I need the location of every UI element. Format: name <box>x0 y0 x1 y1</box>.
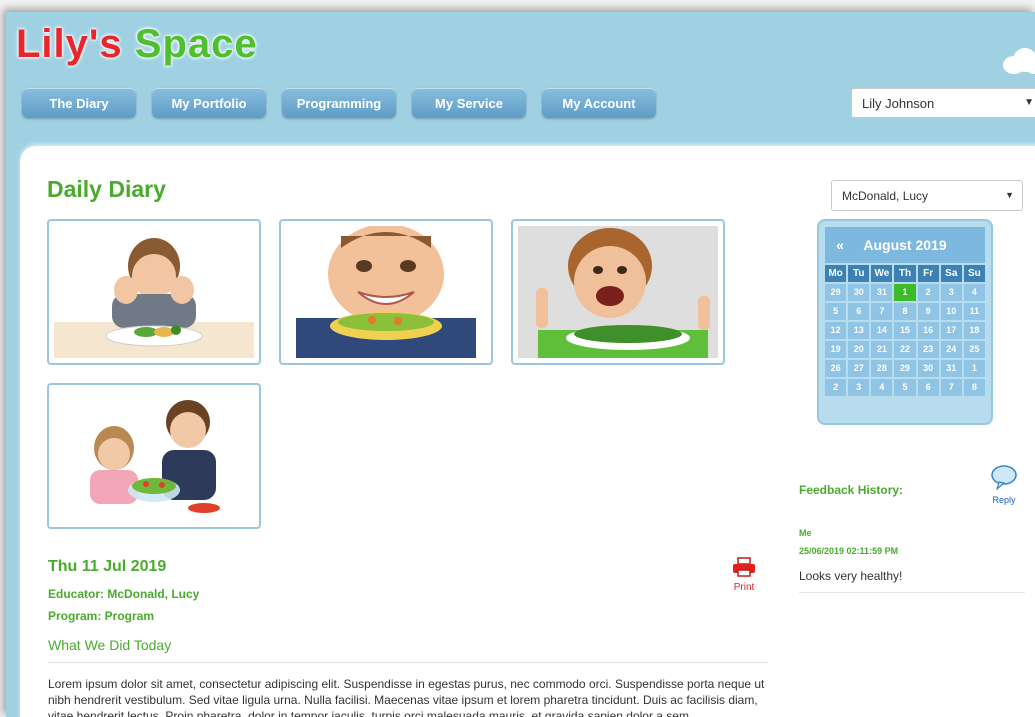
feedback-title: Feedback History: <box>799 483 904 497</box>
user-select-value: Lily Johnson <box>862 96 935 111</box>
section-title: What We Did Today <box>48 637 172 653</box>
calendar-day[interactable]: 5 <box>825 303 847 320</box>
calendar-day[interactable]: 31 <box>871 284 893 301</box>
speech-bubble-icon <box>991 465 1017 491</box>
calendar-day[interactable]: 28 <box>871 360 893 377</box>
calendar-day[interactable]: 14 <box>871 322 893 339</box>
entry-educator: Educator: McDonald, Lucy <box>48 587 200 601</box>
prev-month-button[interactable]: « <box>825 237 855 253</box>
divider <box>799 592 1025 593</box>
calendar-day[interactable]: 25 <box>963 341 985 358</box>
boy-eating-peas-photo <box>518 226 718 358</box>
print-label: Print <box>733 582 755 593</box>
print-button[interactable]: Print <box>726 557 762 593</box>
calendar-day[interactable]: 26 <box>825 360 847 377</box>
feedback-timestamp: 25/06/2019 02:11:59 PM <box>799 546 899 556</box>
calendar-day[interactable]: 21 <box>871 341 893 358</box>
calendar-day[interactable]: 7 <box>940 379 962 396</box>
calendar-day-of-week: Tu <box>848 265 870 282</box>
chevron-down-icon: ▼ <box>1024 97 1034 108</box>
calendar-day[interactable]: 30 <box>917 360 939 377</box>
nav-my-account[interactable]: My Account <box>542 88 656 118</box>
calendar-day[interactable]: 20 <box>848 341 870 358</box>
content-panel: Daily Diary Thu 11 Jul 2019 Educator: Mc… <box>20 146 1035 717</box>
calendar-day-of-week: Su <box>963 265 985 282</box>
calendar-day[interactable]: 3 <box>940 284 962 301</box>
nav-programming[interactable]: Programming <box>282 88 396 118</box>
calendar-day-of-week: Mo <box>825 265 847 282</box>
calendar-day-of-week: Th <box>894 265 916 282</box>
nav-my-service[interactable]: My Service <box>412 88 526 118</box>
calendar-day[interactable]: 22 <box>894 341 916 358</box>
calendar-day[interactable]: 8 <box>963 379 985 396</box>
printer-icon <box>733 557 755 577</box>
child-select-value: McDonald, Lucy <box>842 189 929 203</box>
calendar-day[interactable]: 7 <box>871 303 893 320</box>
calendar-day[interactable]: 6 <box>848 303 870 320</box>
calendar-month: August 2019 <box>863 237 947 253</box>
calendar-day[interactable]: 1 <box>963 360 985 377</box>
diary-photo-1[interactable] <box>47 219 261 365</box>
calendar-day[interactable]: 11 <box>963 303 985 320</box>
calendar-day-selected[interactable]: 1 <box>894 284 916 301</box>
site-logo[interactable]: Lily's Space <box>16 22 258 67</box>
calendar-day[interactable]: 8 <box>894 303 916 320</box>
app-window: Lily's Space The Diary My Portfolio Prog… <box>6 12 1035 717</box>
chevron-down-icon: ▼ <box>1005 190 1014 200</box>
smiling-boy-bowl-photo <box>286 226 486 358</box>
calendar-day[interactable]: 29 <box>894 360 916 377</box>
calendar-day[interactable]: 2 <box>917 284 939 301</box>
calendar-day[interactable]: 4 <box>871 379 893 396</box>
calendar-day[interactable]: 12 <box>825 322 847 339</box>
logo-part-2: Space <box>134 22 258 66</box>
calendar-day[interactable]: 17 <box>940 322 962 339</box>
calendar-day[interactable]: 30 <box>848 284 870 301</box>
page-title: Daily Diary <box>47 176 166 202</box>
logo-part-1: Lily's <box>16 22 123 66</box>
reply-label: Reply <box>992 495 1016 505</box>
calendar-day[interactable]: 2 <box>825 379 847 396</box>
calendar-day[interactable]: 29 <box>825 284 847 301</box>
children-eating-salad-photo <box>54 390 254 522</box>
cloud-icon <box>1003 48 1035 74</box>
feedback-message: Looks very healthy! <box>799 569 903 583</box>
calendar-day[interactable]: 15 <box>894 322 916 339</box>
calendar-day[interactable]: 5 <box>894 379 916 396</box>
calendar-day[interactable]: 19 <box>825 341 847 358</box>
calendar-day[interactable]: 9 <box>917 303 939 320</box>
feedback-author: Me <box>799 528 812 538</box>
calendar-day[interactable]: 10 <box>940 303 962 320</box>
diary-photo-2[interactable] <box>279 219 493 365</box>
calendar-grid: Mo Tu We Th Fr Sa Su 29 30 31 1 2 3 4 5 6 7 8 9 10 11 12 13 14 1… <box>825 265 985 396</box>
calendar: « August 2019 Mo Tu We Th Fr Sa Su 29 30 31 1 2 3 4 5 6… <box>817 219 993 425</box>
child-refusing-vegetables-photo <box>54 226 254 358</box>
reply-button[interactable]: Reply <box>990 464 1018 505</box>
calendar-day[interactable]: 13 <box>848 322 870 339</box>
calendar-day[interactable]: 23 <box>917 341 939 358</box>
entry-program: Program: Program <box>48 609 155 623</box>
calendar-day-of-week: Sa <box>940 265 962 282</box>
calendar-day[interactable]: 3 <box>848 379 870 396</box>
calendar-day[interactable]: 18 <box>963 322 985 339</box>
calendar-day-of-week: Fr <box>917 265 939 282</box>
calendar-day[interactable]: 31 <box>940 360 962 377</box>
user-select[interactable]: Lily Johnson ▼ <box>851 88 1035 118</box>
entry-text: Lorem ipsum dolor sit amet, consectetur … <box>48 677 765 717</box>
nav-the-diary[interactable]: The Diary <box>22 88 136 118</box>
divider <box>48 662 768 663</box>
calendar-day-of-week: We <box>871 265 893 282</box>
calendar-day[interactable]: 27 <box>848 360 870 377</box>
calendar-day[interactable]: 4 <box>963 284 985 301</box>
calendar-day[interactable]: 24 <box>940 341 962 358</box>
entry-date: Thu 11 Jul 2019 <box>48 558 167 575</box>
window-frame: Lily's Space The Diary My Portfolio Prog… <box>0 0 1035 717</box>
nav-my-portfolio[interactable]: My Portfolio <box>152 88 266 118</box>
diary-photo-4[interactable] <box>47 383 261 529</box>
diary-photo-3[interactable] <box>511 219 725 365</box>
calendar-day[interactable]: 16 <box>917 322 939 339</box>
calendar-header: « August 2019 <box>825 227 985 263</box>
child-select[interactable]: McDonald, Lucy ▼ <box>831 180 1023 211</box>
main-nav: The Diary My Portfolio Programming My Se… <box>22 88 656 118</box>
calendar-day[interactable]: 6 <box>917 379 939 396</box>
